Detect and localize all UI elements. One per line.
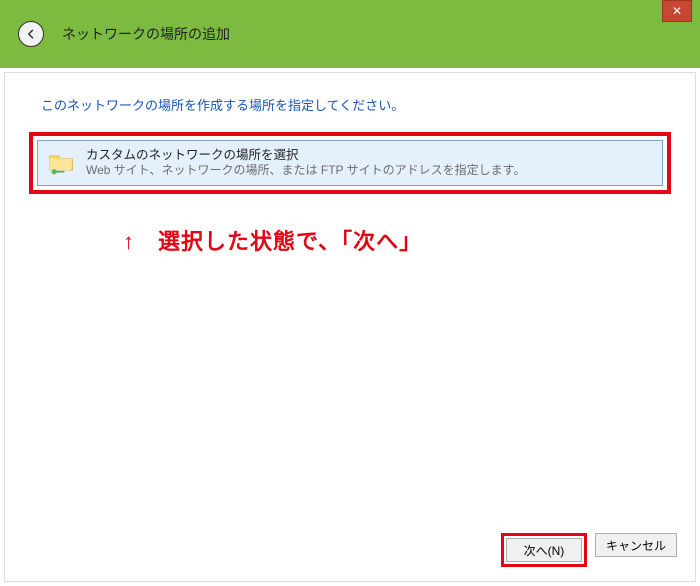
titlebar: ネットワークの場所の追加 ✕ bbox=[0, 0, 700, 68]
window-title: ネットワークの場所の追加 bbox=[62, 24, 230, 44]
footer-buttons: 次へ(N) キャンセル bbox=[501, 533, 677, 567]
arrow-left-icon bbox=[25, 28, 37, 40]
close-icon: ✕ bbox=[672, 4, 682, 18]
instruction-text: このネットワークの場所を作成する場所を指定してください。 bbox=[41, 95, 667, 114]
folder-network-icon bbox=[48, 149, 76, 177]
close-button[interactable]: ✕ bbox=[662, 0, 692, 22]
wizard-window: ネットワークの場所の追加 ✕ このネットワークの場所を作成する場所を指定してくだ… bbox=[0, 0, 700, 586]
custom-network-location-option[interactable]: カスタムのネットワークの場所を選択 Web サイト、ネットワークの場所、または … bbox=[37, 140, 663, 186]
content-outer: このネットワークの場所を作成する場所を指定してください。 カスタムのネットワーク… bbox=[0, 68, 700, 586]
next-button[interactable]: 次へ(N) bbox=[506, 538, 582, 562]
cancel-button[interactable]: キャンセル bbox=[595, 533, 677, 557]
option-title: カスタムのネットワークの場所を選択 bbox=[86, 147, 525, 163]
back-button[interactable] bbox=[18, 21, 44, 47]
option-texts: カスタムのネットワークの場所を選択 Web サイト、ネットワークの場所、または … bbox=[86, 147, 525, 179]
annotation-highlight-box: カスタムのネットワークの場所を選択 Web サイト、ネットワークの場所、または … bbox=[29, 132, 671, 194]
annotation-text: ↑ 選択した状態で、「次へ」 bbox=[123, 224, 667, 256]
annotation-highlight-next: 次へ(N) bbox=[501, 533, 587, 567]
option-description: Web サイト、ネットワークの場所、または FTP サイトのアドレスを指定します… bbox=[86, 163, 525, 179]
content-area: このネットワークの場所を作成する場所を指定してください。 カスタムのネットワーク… bbox=[4, 72, 696, 582]
